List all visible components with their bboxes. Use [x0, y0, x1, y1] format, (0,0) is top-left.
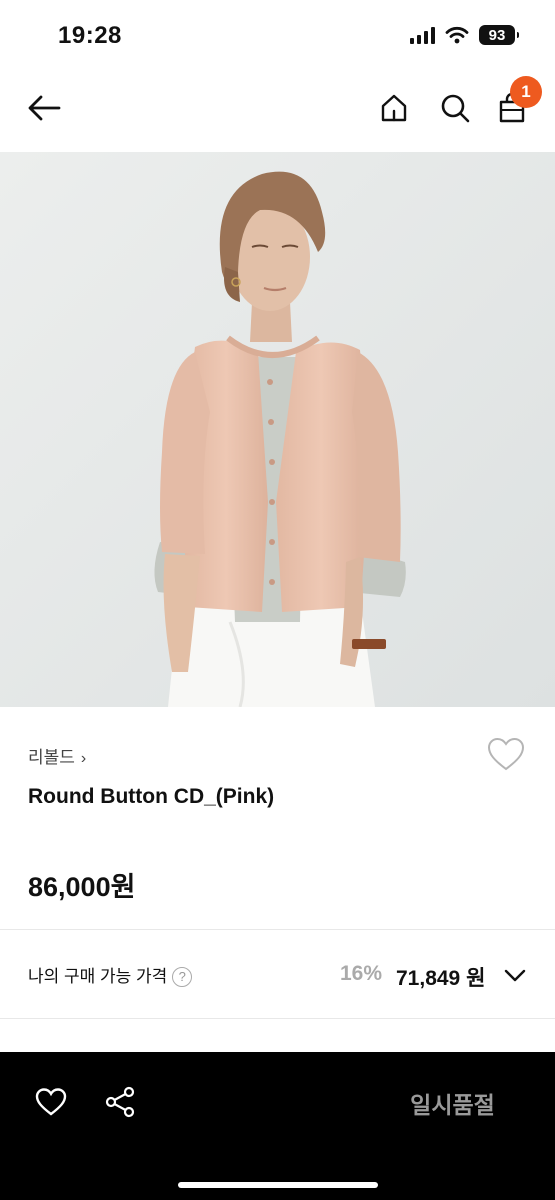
search-button[interactable]: [433, 86, 477, 130]
my-price-row[interactable]: 나의 구매 가능 가격? 16% 71,849 원: [0, 930, 555, 1018]
product-name: Round Button CD_(Pink): [28, 785, 275, 808]
search-icon: [441, 94, 470, 123]
product-price: 86,000원: [28, 872, 136, 902]
share-button[interactable]: [100, 1082, 140, 1122]
cart-count-badge: 1: [510, 76, 542, 108]
discounted-price: 71,849 원: [396, 967, 486, 990]
cart-button[interactable]: 1: [490, 76, 542, 130]
my-price-label-wrap: 나의 구매 가능 가격?: [28, 962, 193, 987]
wifi-icon: [445, 26, 469, 44]
brand-link[interactable]: 리볼드 ›: [28, 743, 86, 768]
battery-indicator: 93: [479, 25, 519, 45]
share-icon: [105, 1086, 135, 1118]
status-time: 19:28: [58, 22, 122, 49]
home-icon: [381, 94, 407, 122]
cellular-signal-icon: [410, 26, 435, 44]
status-icons: 93: [410, 25, 519, 45]
divider: [0, 1018, 555, 1019]
back-button[interactable]: [22, 86, 66, 130]
sold-out-button[interactable]: 일시품절: [380, 1082, 525, 1124]
home-button[interactable]: [372, 86, 416, 130]
product-photo-illustration: [0, 152, 555, 707]
status-bar: 19:28 93: [0, 0, 555, 70]
product-image[interactable]: [0, 152, 555, 707]
question-circle-icon[interactable]: ?: [172, 967, 193, 987]
wishlist-button[interactable]: [486, 735, 526, 775]
chevron-right-icon: ›: [80, 750, 87, 767]
discount-rate: 16%: [340, 962, 383, 985]
like-button[interactable]: [31, 1082, 71, 1122]
my-price-label: 나의 구매 가능 가격: [28, 967, 168, 986]
brand-name: 리볼드: [28, 748, 75, 767]
chevron-down-icon[interactable]: [500, 960, 530, 990]
arrow-left-icon: [28, 95, 61, 121]
top-nav: 1: [0, 72, 555, 148]
home-indicator: [178, 1182, 378, 1188]
heart-outline-icon: [487, 737, 525, 771]
bottom-action-bar: 일시품절: [0, 1052, 555, 1200]
heart-icon: [35, 1088, 67, 1116]
